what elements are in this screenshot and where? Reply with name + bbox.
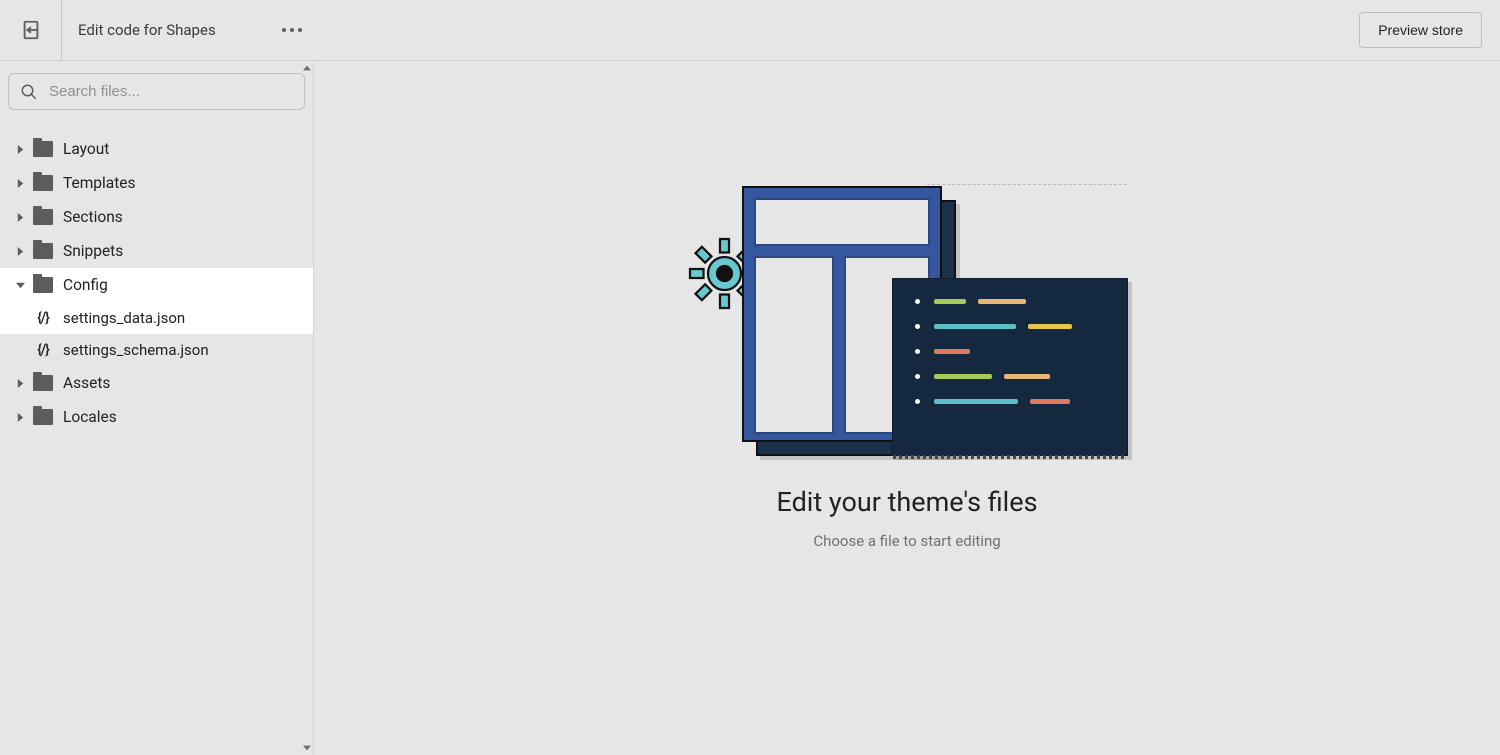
file-label: settings_schema.json <box>63 341 209 359</box>
folder-templates[interactable]: Templates <box>0 166 313 200</box>
json-file-icon: {/} <box>33 310 53 326</box>
page-title: Edit code for Shapes <box>78 21 216 39</box>
caret-right-icon <box>15 378 26 389</box>
folder-label: Config <box>63 276 108 294</box>
folder-snippets[interactable]: Snippets <box>0 234 313 268</box>
caret-right-icon <box>15 246 26 257</box>
caret-right-icon <box>15 144 26 155</box>
scroll-up-arrow-icon[interactable] <box>300 61 314 75</box>
folder-label: Sections <box>63 208 123 226</box>
header-title-area: Edit code for Shapes <box>62 21 1359 39</box>
folder-label: Snippets <box>63 242 123 260</box>
file-settings-schema[interactable]: {/} settings_schema.json <box>0 334 313 366</box>
json-file-icon: {/} <box>33 342 53 358</box>
folder-label: Layout <box>63 140 109 158</box>
main-editor-area: Edit your theme's files Choose a file to… <box>314 61 1500 755</box>
empty-heading: Edit your theme's files <box>776 486 1037 518</box>
folder-sections[interactable]: Sections <box>0 200 313 234</box>
caret-right-icon <box>15 212 26 223</box>
folder-assets[interactable]: Assets <box>0 366 313 400</box>
folder-icon <box>33 141 53 157</box>
folder-config[interactable]: Config <box>0 268 313 302</box>
back-button[interactable] <box>0 0 62 61</box>
caret-right-icon <box>15 178 26 189</box>
sidebar: Layout Templates Sections Snippets <box>0 61 314 755</box>
file-label: settings_data.json <box>63 309 185 327</box>
file-tree: Layout Templates Sections Snippets <box>0 116 313 434</box>
header-bar: Edit code for Shapes Preview store <box>0 0 1500 61</box>
folder-label: Templates <box>63 174 136 192</box>
folder-label: Locales <box>63 408 117 426</box>
folder-icon <box>33 175 53 191</box>
more-actions-button[interactable] <box>276 22 308 38</box>
folder-icon <box>33 209 53 225</box>
caret-down-icon <box>15 280 26 291</box>
search-icon <box>20 83 38 101</box>
file-settings-data[interactable]: {/} settings_data.json <box>0 302 313 334</box>
search-files-box <box>8 73 305 110</box>
exit-icon <box>20 19 42 41</box>
folder-icon <box>33 243 53 259</box>
caret-right-icon <box>15 412 26 423</box>
preview-store-button[interactable]: Preview store <box>1359 12 1482 48</box>
scroll-down-arrow-icon[interactable] <box>300 741 314 755</box>
folder-icon <box>33 375 53 391</box>
sidebar-scrollbar[interactable] <box>300 61 314 755</box>
folder-layout[interactable]: Layout <box>0 132 313 166</box>
empty-illustration <box>687 186 1127 466</box>
folder-label: Assets <box>63 374 110 392</box>
empty-subheading: Choose a file to start editing <box>813 532 1000 550</box>
folder-locales[interactable]: Locales <box>0 400 313 434</box>
body: Layout Templates Sections Snippets <box>0 61 1500 755</box>
folder-icon <box>33 277 53 293</box>
search-input[interactable] <box>8 73 305 110</box>
folder-icon <box>33 409 53 425</box>
